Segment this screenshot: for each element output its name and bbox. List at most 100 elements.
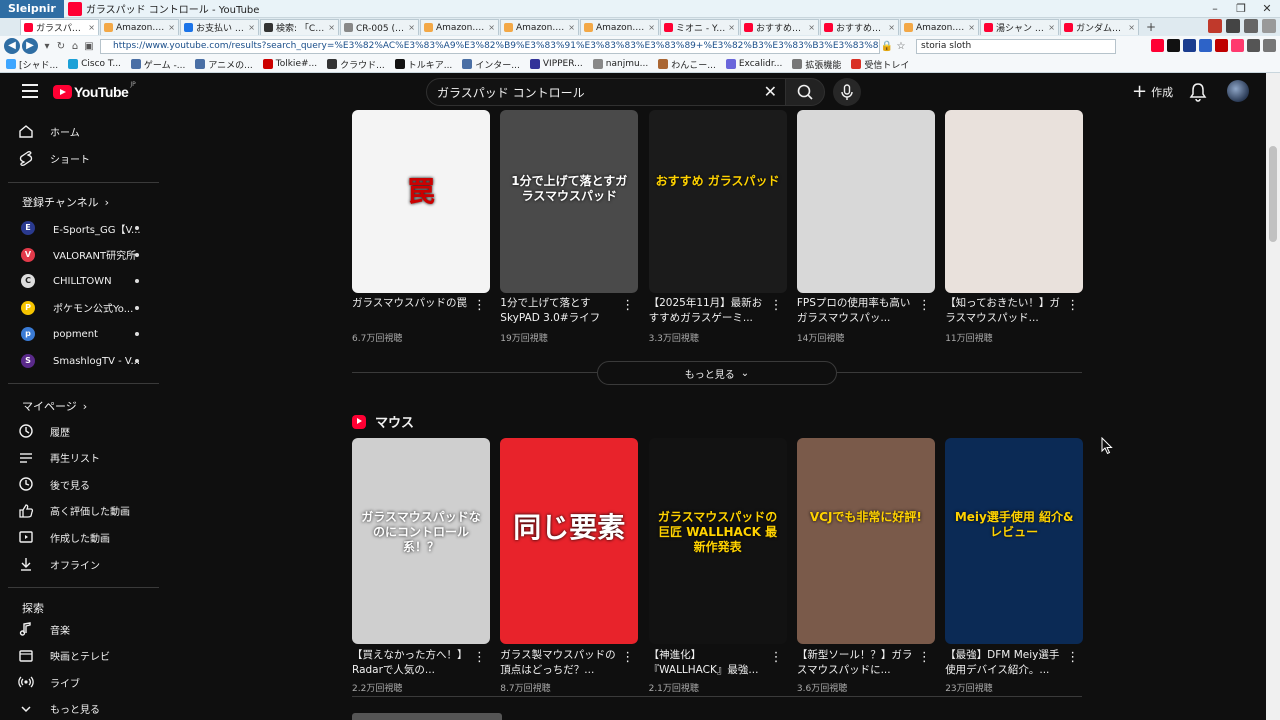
- url-field[interactable]: https://www.youtube.com/results?search_q…: [100, 38, 880, 54]
- sidebar-item[interactable]: ライブ: [18, 671, 80, 693]
- video-thumbnail[interactable]: おすすめ ガラスパッド: [648, 110, 787, 293]
- close-tab-icon[interactable]: ×: [328, 23, 335, 32]
- maximize-button[interactable]: ❐: [1228, 0, 1254, 18]
- rakuten-icon[interactable]: [1215, 39, 1228, 52]
- grid-icon[interactable]: [1244, 19, 1258, 33]
- sidebar-item[interactable]: もっと見る: [18, 698, 100, 720]
- more-options-icon[interactable]: ⋮: [770, 650, 783, 666]
- x-icon[interactable]: [1167, 39, 1180, 52]
- search-input[interactable]: ガラスパッド コントロール ✕: [426, 78, 786, 106]
- video-title[interactable]: ガラスマウスパッドの罠: [352, 296, 470, 326]
- video-thumbnail[interactable]: ガラスマウスパッドの巨匠 WALLHACK 最新作発表: [648, 438, 787, 644]
- browser-tab[interactable]: ミオニ - YouTube×: [660, 19, 739, 35]
- extension-icon[interactable]: [1199, 39, 1212, 52]
- account-avatar[interactable]: [1227, 80, 1249, 102]
- sidebar-item[interactable]: 作成した動画: [18, 526, 110, 548]
- video-title[interactable]: ガラス製マウスパッドの頂点はどっちだ？...: [500, 648, 618, 678]
- video-thumbnail[interactable]: [796, 110, 935, 293]
- next-result-thumbnail[interactable]: [352, 713, 502, 720]
- sidebar-channel-item[interactable]: C CHILLTOWN: [18, 270, 139, 292]
- scrollbar-thumb[interactable]: [1269, 146, 1277, 242]
- clear-search-icon[interactable]: ✕: [764, 82, 777, 101]
- home-icon[interactable]: ⌂: [68, 41, 82, 52]
- video-title[interactable]: 【2025年11月】最新おすすめガラスゲーミ...: [649, 296, 767, 326]
- close-tab-icon[interactable]: ×: [888, 23, 895, 32]
- extension-icon[interactable]: [1183, 39, 1196, 52]
- create-button[interactable]: + 作成: [1124, 78, 1181, 106]
- back-button[interactable]: ◀: [4, 38, 20, 54]
- bookmark-item[interactable]: nanjmu...: [592, 58, 648, 71]
- sidebar-item[interactable]: 高く評価した動画: [18, 500, 130, 522]
- close-tab-icon[interactable]: ×: [968, 23, 975, 32]
- video-title[interactable]: 【新型ソール！？】ガラスマウスパッドに...: [797, 648, 915, 678]
- reload-icon[interactable]: ↻: [54, 41, 68, 52]
- sidebar-item[interactable]: 再生リスト: [18, 447, 100, 469]
- sidebar-item[interactable]: オフライン: [18, 553, 100, 575]
- video-thumbnail[interactable]: ガラスマウスパッドなのにコントロール系！？: [352, 438, 490, 644]
- bookmark-item[interactable]: わんこー...: [658, 58, 716, 71]
- browser-tab[interactable]: Amazon.co.jp:...×: [500, 19, 579, 35]
- more-options-icon[interactable]: ⋮: [918, 650, 931, 666]
- shield-icon[interactable]: [1226, 19, 1240, 33]
- sidebar-item[interactable]: ホーム: [18, 120, 80, 142]
- close-tab-icon[interactable]: ×: [88, 23, 95, 32]
- youtube-icon[interactable]: [1151, 39, 1164, 52]
- close-tab-icon[interactable]: ×: [408, 23, 415, 32]
- menu-icon[interactable]: [22, 84, 38, 98]
- bookmark-item[interactable]: インター...: [462, 58, 520, 71]
- extension-icon[interactable]: [1231, 39, 1244, 52]
- close-tab-icon[interactable]: ×: [648, 23, 655, 32]
- sidebar-channel-item[interactable]: P ポケモン公式Yo...: [18, 297, 139, 319]
- new-tab-button[interactable]: +: [1146, 20, 1156, 34]
- more-options-icon[interactable]: ⋮: [1066, 650, 1079, 666]
- bookmark-item[interactable]: クラウド...: [327, 58, 385, 71]
- bookmark-item[interactable]: トルキア...: [394, 58, 452, 71]
- show-more-button[interactable]: もっと見る ⌄: [597, 361, 837, 385]
- bag-icon[interactable]: [1208, 19, 1222, 33]
- more-options-icon[interactable]: ⋮: [770, 298, 783, 314]
- video-thumbnail[interactable]: 1分で上げて落とすガラスマウスパッド: [500, 110, 639, 293]
- sidebar-item[interactable]: 後で見る: [18, 473, 90, 495]
- more-options-icon[interactable]: ⋮: [621, 298, 634, 314]
- browser-tab[interactable]: Amazon.co.jp:...×: [100, 19, 179, 35]
- video-title[interactable]: FPSプロの使用率も高いガラスマウスパッ...: [797, 296, 915, 326]
- minimize-button[interactable]: –: [1202, 0, 1228, 18]
- browser-tab[interactable]: 湯シャン - YouTu...×: [980, 19, 1059, 35]
- bookmark-item[interactable]: Tolkie#...: [262, 58, 317, 71]
- video-thumbnail[interactable]: Meiy選手使用 紹介&レビュー: [945, 438, 1084, 644]
- close-tab-icon[interactable]: ×: [168, 23, 175, 32]
- video-title[interactable]: 1分で上げて落とすSkyPAD 3.0#ライフハ...: [500, 296, 618, 326]
- more-options-icon[interactable]: ⋮: [621, 650, 634, 666]
- sidebar-item[interactable]: ショート: [18, 147, 90, 169]
- video-title[interactable]: 【最強】DFM Meiy選手使用デバイス紹介。...: [945, 648, 1063, 678]
- bookmark-item[interactable]: Excalidr...: [725, 58, 782, 71]
- more-options-icon[interactable]: ⋮: [1066, 298, 1079, 314]
- browser-tab[interactable]: Amazon.co.jp:S...×: [900, 19, 979, 35]
- tools-icon[interactable]: [1262, 19, 1276, 33]
- search-button[interactable]: [785, 78, 825, 106]
- browser-tab[interactable]: おすすめのゲーミ...×: [740, 19, 819, 35]
- extension-icon[interactable]: [1263, 39, 1276, 52]
- video-thumbnail[interactable]: [945, 110, 1084, 293]
- sidebar-channel-item[interactable]: S SmashlogTV - V...: [18, 350, 140, 372]
- sidebar-item[interactable]: 映画とテレビ: [18, 645, 110, 667]
- forward-button[interactable]: ▶: [22, 38, 38, 54]
- browser-tab[interactable]: お支払い - WAL...×: [180, 19, 259, 35]
- video-thumbnail[interactable]: VCJでも非常に好評!: [796, 438, 935, 644]
- browser-tab[interactable]: CR-005 (ブラック)...×: [340, 19, 419, 35]
- close-tab-icon[interactable]: ×: [728, 23, 735, 32]
- bookmark-icon[interactable]: ▣: [82, 41, 96, 52]
- bookmark-item[interactable]: ゲーム -...: [130, 58, 185, 71]
- close-tab-icon[interactable]: ×: [248, 23, 255, 32]
- bookmark-item[interactable]: 拡張機能: [792, 58, 841, 71]
- close-tab-icon[interactable]: ×: [568, 23, 575, 32]
- close-tab-icon[interactable]: ×: [488, 23, 495, 32]
- close-tab-icon[interactable]: ×: [1128, 23, 1135, 32]
- bookmark-item[interactable]: [シャド...: [6, 58, 58, 71]
- close-tab-icon[interactable]: ×: [1048, 23, 1055, 32]
- more-options-icon[interactable]: ⋮: [473, 650, 486, 666]
- sidebar-item[interactable]: 音楽: [18, 618, 70, 640]
- browser-tab[interactable]: おすすめのゲーミ...×: [820, 19, 899, 35]
- video-thumbnail[interactable]: 罠: [352, 110, 490, 293]
- more-options-icon[interactable]: ⋮: [473, 298, 486, 314]
